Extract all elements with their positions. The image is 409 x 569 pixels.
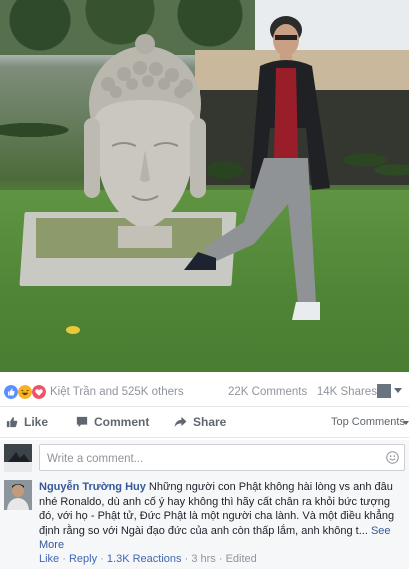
shares-count[interactable]: 14K Shares <box>317 386 377 398</box>
page-avatar[interactable] <box>377 384 391 398</box>
man-figure <box>184 16 330 320</box>
comment-like-link[interactable]: Like <box>39 553 59 565</box>
commenter-avatar[interactable] <box>4 480 32 510</box>
avatar-image <box>4 480 32 510</box>
comment-reactions-link[interactable]: 1.3K Reactions <box>107 553 182 565</box>
reaction-summary[interactable]: Kiệt Trần and 525K others <box>50 386 184 398</box>
like-label: Like <box>24 415 49 429</box>
photo-flower <box>66 326 80 334</box>
comment-input[interactable] <box>45 450 379 467</box>
post-photo[interactable] <box>0 0 409 372</box>
comment-composer <box>0 440 409 476</box>
comment-meta: Like · Reply · 1.3K Reactions · 3 hrs · … <box>39 553 257 565</box>
top-comments-dropdown[interactable]: Top Comments <box>331 416 405 428</box>
post-action-bar: Like Comment Share Top Comments <box>0 410 409 434</box>
like-button[interactable]: Like <box>6 413 48 431</box>
share-icon <box>174 416 187 428</box>
haha-icon <box>18 385 32 399</box>
reaction-stats-bar: Kiệt Trần and 525K others 22K Comments 1… <box>0 380 409 404</box>
like-icon <box>4 385 18 399</box>
comment-author[interactable]: Nguyễn Trường Huy <box>39 481 146 493</box>
separator: · <box>62 553 66 565</box>
comment-label: Comment <box>94 415 150 429</box>
share-button[interactable]: Share <box>174 413 226 431</box>
comment-reply-link[interactable]: Reply <box>69 553 97 565</box>
avatar-image <box>4 444 32 472</box>
separator: · <box>184 553 189 565</box>
divider <box>0 437 409 438</box>
comment-share-counts: 22K Comments 14K Shares <box>228 386 377 398</box>
divider <box>0 406 409 407</box>
comment-time[interactable]: 3 hrs <box>191 553 215 565</box>
chevron-down-icon[interactable] <box>394 388 402 393</box>
comment-icon <box>76 416 88 428</box>
thumbs-up-icon <box>6 417 18 428</box>
comment-button[interactable]: Comment <box>76 413 149 431</box>
comment-body: Nguyễn Trường Huy Những người con Phật k… <box>39 480 405 553</box>
separator: · <box>218 553 223 565</box>
comment-input-box[interactable] <box>39 444 405 471</box>
comment-edited[interactable]: Edited <box>226 553 257 565</box>
chevron-down-icon[interactable] <box>403 421 409 425</box>
separator: · <box>100 553 104 565</box>
love-icon <box>32 385 46 399</box>
comment-item: Nguyễn Trường Huy Những người con Phật k… <box>0 476 409 569</box>
emoji-icon[interactable] <box>386 451 399 464</box>
comments-count[interactable]: 22K Comments <box>228 386 307 398</box>
share-label: Share <box>193 415 227 429</box>
avatar[interactable] <box>4 444 32 472</box>
